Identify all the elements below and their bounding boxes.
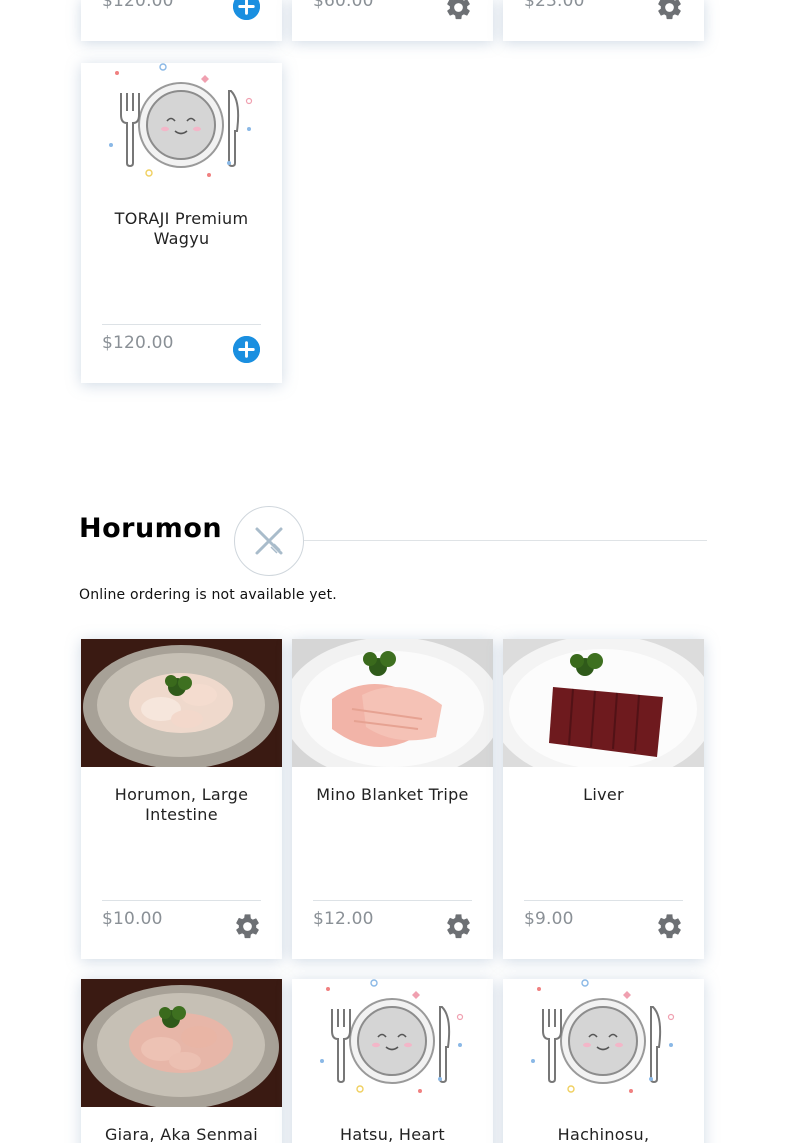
plate-placeholder-icon <box>292 979 493 1107</box>
item-image <box>503 979 704 1107</box>
item-options-button[interactable] <box>444 912 471 939</box>
section-divider <box>304 540 707 541</box>
menu-card[interactable]: Mino Blanket Tripe $12.00 <box>292 639 493 959</box>
item-image <box>292 639 493 767</box>
item-name: Horumon, Large Intestine <box>114 785 249 824</box>
menu-card[interactable]: Hachinosu, <box>503 979 704 1143</box>
item-options-button[interactable] <box>444 0 471 20</box>
item-name: Mino Blanket Tripe <box>316 785 469 804</box>
plate-tripe-image <box>292 639 493 767</box>
plate-placeholder-icon <box>81 63 282 191</box>
gear-icon <box>655 912 684 941</box>
item-image <box>503 639 704 767</box>
item-price: $120.00 <box>102 333 174 353</box>
menu-card[interactable]: Liver $9.00 <box>503 639 704 959</box>
ordering-notice: Online ordering is not available yet. <box>79 587 337 603</box>
gear-icon <box>655 0 684 22</box>
item-image <box>292 979 493 1107</box>
item-image <box>81 979 282 1107</box>
gear-icon <box>444 0 473 22</box>
plate-liver-image <box>503 639 704 767</box>
item-name: Hatsu, Heart <box>340 1125 445 1143</box>
menu-card[interactable]: Hatsu, Heart <box>292 979 493 1143</box>
item-image <box>81 639 282 767</box>
section-title: Horumon <box>79 513 223 544</box>
item-options-button[interactable] <box>655 912 682 939</box>
menu-card: $60.00 <box>292 0 493 41</box>
add-to-cart-button[interactable] <box>233 336 260 363</box>
item-price: $120.00 <box>102 0 174 11</box>
item-price: $10.00 <box>102 909 163 929</box>
fork-knife-icon <box>255 527 283 555</box>
plus-icon <box>233 336 260 363</box>
item-name: Hachinosu, <box>557 1125 650 1143</box>
item-name: TORAJI Premium Wagyu <box>114 209 249 248</box>
menu-card[interactable]: TORAJI Premium Wagyu $120.00 <box>81 63 282 383</box>
item-price: $60.00 <box>313 0 374 11</box>
plate-placeholder-icon <box>503 979 704 1107</box>
item-price: $12.00 <box>313 909 374 929</box>
item-options-button[interactable] <box>655 0 682 20</box>
item-price: $9.00 <box>524 909 574 929</box>
card-divider <box>102 900 261 901</box>
menu-card: $23.00 <box>503 0 704 41</box>
item-name: Liver <box>583 785 624 804</box>
gear-icon <box>233 912 262 941</box>
menu-card[interactable]: Giara, Aka Senmai <box>81 979 282 1143</box>
section-badge <box>234 506 304 576</box>
card-divider <box>313 900 472 901</box>
add-to-cart-button[interactable] <box>233 0 260 20</box>
item-name: Giara, Aka Senmai <box>104 1125 259 1143</box>
plate-giara-image <box>81 979 282 1107</box>
plate-intestine-image <box>81 639 282 767</box>
card-divider <box>524 900 683 901</box>
item-options-button[interactable] <box>233 912 260 939</box>
menu-card: $120.00 <box>81 0 282 41</box>
card-divider <box>102 324 261 325</box>
item-price: $23.00 <box>524 0 585 11</box>
menu-card[interactable]: Horumon, Large Intestine $10.00 <box>81 639 282 959</box>
plus-icon <box>233 0 260 20</box>
gear-icon <box>444 912 473 941</box>
item-image <box>81 63 282 191</box>
